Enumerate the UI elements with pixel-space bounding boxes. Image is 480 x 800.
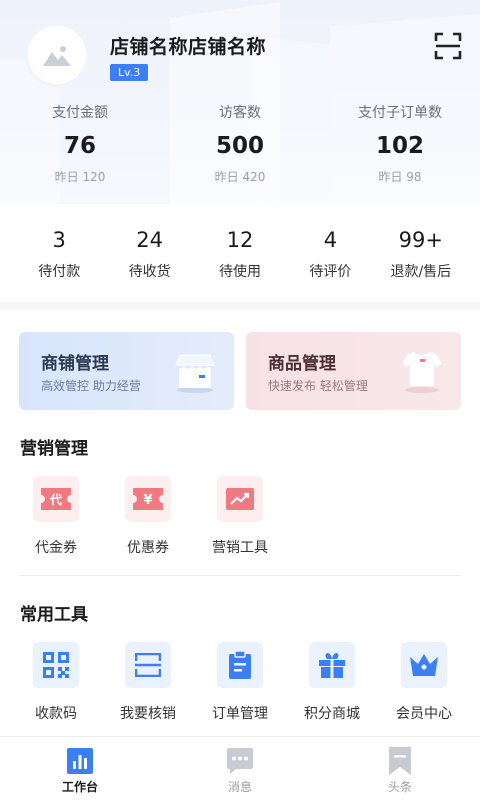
stat-label: 支付子订单数 <box>358 105 442 121</box>
voucher-icon: 代 <box>33 476 79 522</box>
stat-label: 访客数 <box>219 105 261 121</box>
bottom-tab-bar: 工作台 消息 头条 <box>0 736 480 800</box>
stat-visitors[interactable]: 访客数 500 昨日 420 <box>160 103 320 185</box>
tool-label: 优惠券 <box>127 540 169 556</box>
stat-paid-suborders[interactable]: 支付子订单数 102 昨日 98 <box>320 103 480 185</box>
tool-label: 代金券 <box>35 540 77 556</box>
tools-grid: 收款码 我要核销 订单管理 积分商城 会员中心 <box>10 642 470 724</box>
verification-tool[interactable]: 我要核销 <box>102 642 194 724</box>
order-count: 4 <box>323 228 338 252</box>
card-subtitle: 快速发布 轻松管理 <box>268 379 368 393</box>
order-status-row: 3 待付款 24 待收货 12 待使用 4 待评价 99+ 退款/售后 <box>0 204 480 302</box>
store-avatar[interactable] <box>25 23 89 87</box>
order-management-tool[interactable]: 订单管理 <box>194 642 286 724</box>
tool-label: 营销工具 <box>212 540 268 556</box>
order-count: 99+ <box>398 228 443 252</box>
section-separator <box>0 302 480 310</box>
order-pending-payment[interactable]: 3 待付款 <box>14 204 104 302</box>
order-label: 退款/售后 <box>390 264 452 280</box>
gift-icon <box>309 642 355 688</box>
scan-button[interactable] <box>433 31 463 61</box>
tab-headlines[interactable]: 头条 <box>320 737 480 800</box>
message-icon <box>226 747 254 775</box>
card-title: 商品管理 <box>268 354 336 374</box>
points-mall-tool[interactable]: 积分商城 <box>286 642 378 724</box>
scan-icon <box>433 32 463 65</box>
tshirt-icon <box>397 346 447 396</box>
voucher-tool[interactable]: 代 代金券 <box>10 476 102 558</box>
tool-label: 订单管理 <box>212 706 268 722</box>
tool-label: 会员中心 <box>396 706 452 722</box>
order-pending-use[interactable]: 12 待使用 <box>195 204 285 302</box>
stat-value: 500 <box>215 133 264 159</box>
payment-code-tool[interactable]: 收款码 <box>10 642 102 724</box>
coupon-tool[interactable]: ¥ 优惠券 <box>102 476 194 558</box>
tool-label: 积分商城 <box>304 706 360 722</box>
tool-label: 收款码 <box>35 706 77 722</box>
stats-row: 支付金额 76 昨日 120 访客数 500 昨日 420 支付子订单数 102… <box>0 103 480 185</box>
stat-yesterday: 昨日 120 <box>54 170 106 184</box>
order-count: 3 <box>52 228 66 252</box>
marketing-section-title: 营销管理 <box>20 439 88 459</box>
store-name: 店铺名称店铺名称 <box>110 36 267 58</box>
clipboard-icon <box>217 642 263 688</box>
section-divider <box>20 575 460 576</box>
order-label: 待付款 <box>38 264 81 280</box>
qr-code-icon <box>33 642 79 688</box>
order-count: 12 <box>226 228 254 252</box>
order-label: 待使用 <box>219 264 262 280</box>
card-subtitle: 高效管控 助力经营 <box>41 379 141 393</box>
tab-label: 工作台 <box>61 780 98 794</box>
tab-messages[interactable]: 消息 <box>160 737 320 800</box>
order-count: 24 <box>136 228 163 252</box>
trend-chart-icon <box>217 476 263 522</box>
voucher-glyph: 代 <box>49 492 62 507</box>
goods-management-card[interactable]: 商品管理 快速发布 轻松管理 <box>246 332 461 410</box>
stat-value: 76 <box>63 133 96 159</box>
bookmark-icon <box>386 747 414 775</box>
tab-label: 消息 <box>227 780 252 794</box>
image-placeholder-icon <box>43 44 71 66</box>
level-badge: Lv.3 <box>110 64 149 81</box>
card-title: 商铺管理 <box>41 354 109 374</box>
tools-section-title: 常用工具 <box>20 605 88 625</box>
storefront-icon <box>170 346 220 396</box>
stat-yesterday: 昨日 98 <box>378 170 422 184</box>
coupon-glyph: ¥ <box>143 493 152 508</box>
stat-yesterday: 昨日 420 <box>214 170 266 184</box>
coupon-icon: ¥ <box>125 476 171 522</box>
tool-label: 我要核销 <box>120 706 176 722</box>
member-center-tool[interactable]: 会员中心 <box>378 642 470 724</box>
stat-label: 支付金额 <box>52 105 108 121</box>
stat-payment-amount[interactable]: 支付金额 76 昨日 120 <box>0 103 160 185</box>
order-label: 待收货 <box>128 264 171 280</box>
shop-management-card[interactable]: 商铺管理 高效管控 助力经营 <box>19 332 234 410</box>
order-pending-review[interactable]: 4 待评价 <box>285 204 375 302</box>
marketing-tools-tool[interactable]: 营销工具 <box>194 476 286 558</box>
order-refund-aftersale[interactable]: 99+ 退款/售后 <box>376 204 466 302</box>
crown-icon <box>401 642 447 688</box>
stat-value: 102 <box>375 133 424 159</box>
bar-chart-icon <box>66 747 94 775</box>
order-label: 待评价 <box>309 264 352 280</box>
tab-label: 头条 <box>387 780 412 794</box>
marketing-grid: 代 代金券 ¥ 优惠券 营销工具 <box>10 476 470 558</box>
order-pending-receipt[interactable]: 24 待收货 <box>104 204 194 302</box>
scan-frame-icon <box>125 642 171 688</box>
store-header: 店铺名称店铺名称 Lv.3 支付金额 76 昨日 120 访客数 500 昨日 … <box>0 0 480 204</box>
tab-workbench[interactable]: 工作台 <box>0 737 160 800</box>
